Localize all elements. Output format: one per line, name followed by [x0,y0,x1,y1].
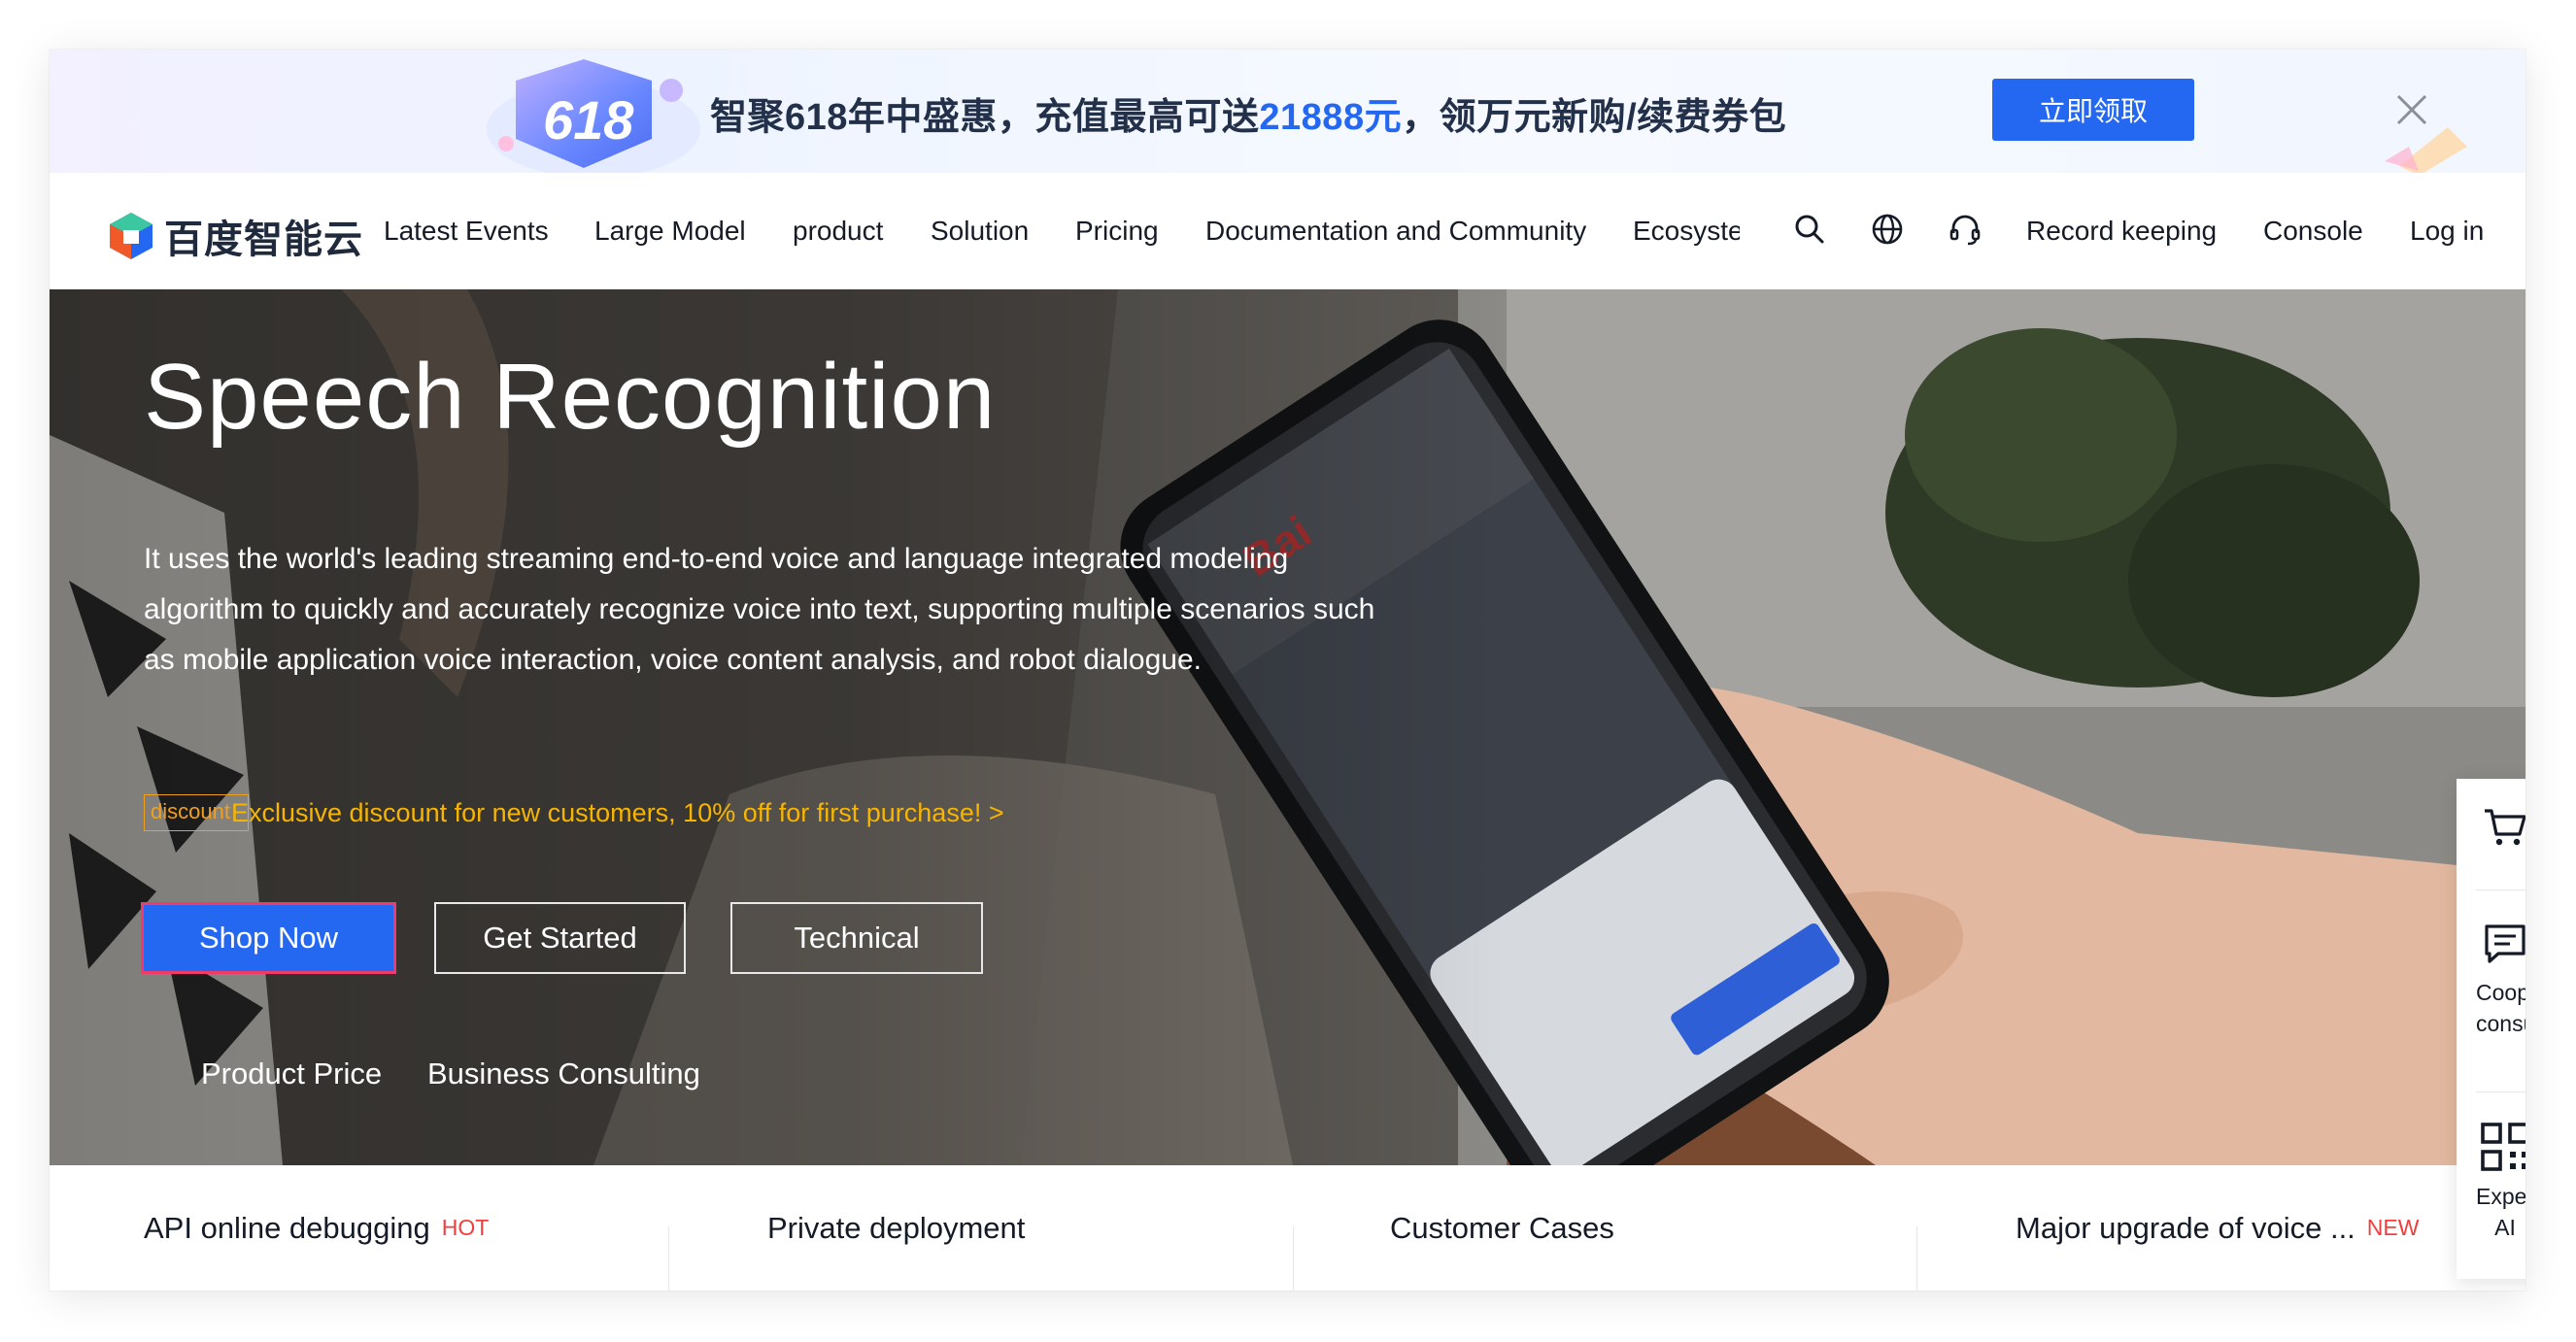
baidu-cloud-logo[interactable]: 百度智能云 [106,208,363,264]
business-consulting-link[interactable]: Business Consulting [427,1057,700,1091]
hero-title: Speech Recognition [144,345,997,449]
technical-button[interactable]: Technical [730,902,983,974]
nav-latest-events[interactable]: Latest Events [384,216,549,247]
browser-page: 618 智聚618年中盛惠，充值最高可送21888元，领万元新购/续费券包 立即… [50,50,2525,1291]
side-cart-button[interactable] [2457,803,2525,881]
side-label: AI [2494,1215,2516,1240]
get-started-button[interactable]: Get Started [434,902,686,974]
side-experience-ai-button[interactable]: Experien AI [2457,1121,2525,1243]
tab-label: Major upgrade of voice ... [2016,1210,2356,1245]
search-icon[interactable] [1792,212,1827,247]
promo-decoration-icon [2385,127,2467,173]
nav-documentation-community[interactable]: Documentation and Community [1205,216,1586,247]
hot-badge: HOT [441,1215,490,1240]
nav-solution[interactable]: Solution [931,216,1029,247]
tab-divider [1293,1226,1294,1291]
side-label: Experien [2476,1184,2525,1209]
headset-icon[interactable] [1948,212,1983,247]
tab-label: Private deployment [767,1210,1026,1245]
side-divider [2476,889,2525,890]
nav-ecosystem[interactable]: Ecosyste [1633,216,1740,247]
qrcode-icon [2481,1123,2525,1171]
tab-divider [1916,1226,1917,1291]
tab-divider [668,1226,669,1291]
nav-login[interactable]: Log in [2410,216,2484,247]
discount-text: Exclusive discount for new customers, 10… [231,797,1004,827]
feature-tabs: API online debugging HOT Private deploym… [50,1165,2525,1291]
nav-console[interactable]: Console [2263,216,2363,247]
tab-voice-upgrade[interactable]: Major upgrade of voice ... NEW [2016,1165,2419,1291]
nav-product[interactable]: product [793,216,883,247]
tab-private-deployment[interactable]: Private deployment [767,1165,1025,1291]
floating-side-panel: Coopera consulta Experien AI [2457,779,2525,1279]
cloud-logo-icon [110,213,153,259]
new-badge: NEW [2366,1215,2420,1240]
nav-pricing[interactable]: Pricing [1075,216,1159,247]
promo-618-badge-icon: 618 [487,59,700,173]
nav-large-model[interactable]: Large Model [594,216,746,247]
chat-icon [2485,924,2525,963]
side-divider [2476,1091,2525,1092]
tab-api-online-debugging[interactable]: API online debugging HOT [144,1165,489,1291]
product-price-link[interactable]: Product Price [201,1057,382,1091]
side-label: Coopera [2476,980,2525,1005]
side-cooperation-consultation-button[interactable]: Coopera consulta [2457,921,2525,1039]
tab-label: API online debugging [144,1210,430,1245]
promo-headline: 智聚618年中盛惠，充值最高可送21888元，领万元新购/续费券包 [710,97,1787,138]
side-label: consulta [2476,1011,2525,1036]
hero-section: Bai Speech Recognition It uses the world… [50,289,2525,1165]
tab-customer-cases[interactable]: Customer Cases [1390,1165,1614,1291]
logo-text: 百度智能云 [164,218,363,261]
globe-icon[interactable] [1870,212,1905,247]
cart-icon [2485,809,2525,846]
top-navbar: 百度智能云 Latest Events Large Model product … [50,173,2525,289]
shop-now-button[interactable]: Shop Now [141,902,396,974]
nav-record-keeping[interactable]: Record keeping [2026,216,2217,247]
promo-banner[interactable]: 618 智聚618年中盛惠，充值最高可送21888元，领万元新购/续费券包 立即… [50,50,2525,173]
new-customer-discount-link[interactable]: discount Exclusive discount for new cust… [144,794,1004,831]
tab-label: Customer Cases [1390,1210,1614,1245]
svg-text:618: 618 [543,89,634,151]
claim-now-button[interactable]: 立即领取 [1992,79,2194,141]
hero-description: It uses the world's leading streaming en… [144,543,1375,676]
